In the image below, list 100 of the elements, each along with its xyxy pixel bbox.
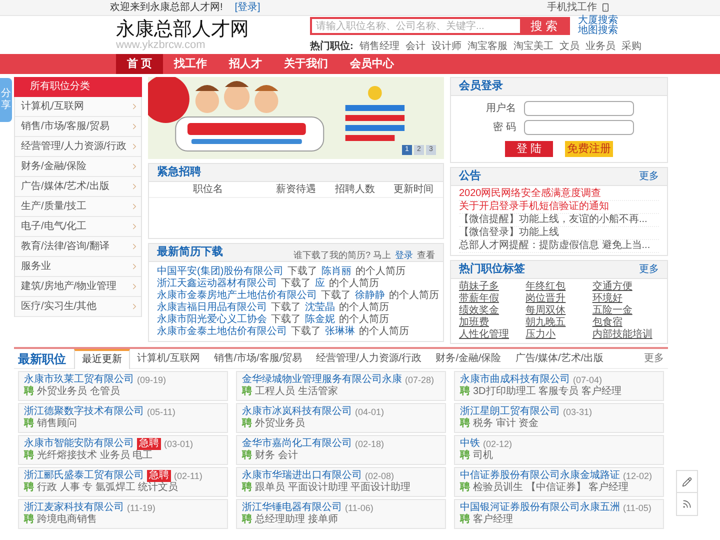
notice-link[interactable]: 总部人才网提醒：提防虚假信息 避免上当...: [459, 240, 659, 253]
chevron-icon: [130, 302, 139, 311]
person-link[interactable]: 陈金妮: [305, 314, 335, 326]
hot-job-link[interactable]: 淘宝客服: [467, 39, 508, 54]
category-item[interactable]: 计算机/互联网: [15, 97, 141, 117]
person-link[interactable]: 张琳琳: [325, 326, 355, 338]
category-tab[interactable]: 广告/媒体/艺术/出版: [508, 350, 611, 368]
mobile-link[interactable]: 手机找工作: [547, 0, 597, 15]
company-link[interactable]: 中铁: [460, 438, 480, 450]
tag-link[interactable]: 压力小: [526, 329, 592, 341]
category-tab[interactable]: 最近更新: [74, 348, 130, 368]
login-button[interactable]: 登 陆: [505, 141, 553, 157]
category-item[interactable]: 生产/质量/技工: [15, 197, 141, 217]
tag-link[interactable]: 交通方便: [592, 281, 659, 293]
company-link[interactable]: 永康市冰岚科技有限公司: [242, 406, 352, 418]
category-item[interactable]: 销售/市场/客服/贸易: [15, 117, 141, 137]
notice-link[interactable]: 【微信提醒】功能上线，友谊的小船不再...: [459, 214, 659, 227]
person-link[interactable]: 徐静静: [355, 290, 385, 302]
site-logo[interactable]: 永康总部人才网: [116, 20, 276, 40]
chevron-icon: [130, 242, 139, 251]
more-link[interactable]: 更多: [644, 351, 664, 366]
hot-job-link[interactable]: 设计师: [431, 39, 462, 54]
nav-tab[interactable]: 招人才: [218, 54, 274, 74]
hot-job-link[interactable]: 采购: [621, 39, 642, 54]
post-date: (07-28): [405, 374, 434, 386]
person-link[interactable]: 陈肖丽: [322, 266, 352, 278]
tag-link[interactable]: 朝九晚五: [526, 317, 592, 329]
hot-job-link[interactable]: 业务员: [585, 39, 616, 54]
tag-link[interactable]: 每周双休: [526, 305, 592, 317]
tag-link[interactable]: 岗位晋升: [526, 293, 592, 305]
hot-job-link[interactable]: 文员: [559, 39, 580, 54]
tag-link[interactable]: 五险一金: [592, 305, 659, 317]
hot-job-link[interactable]: 销售经理: [359, 39, 400, 54]
search-button[interactable]: 搜 索: [520, 19, 568, 33]
company-link[interactable]: 浙江郦氏盛泰工贸有限公司: [24, 470, 144, 482]
category-item[interactable]: 服务业: [15, 257, 141, 277]
search-link[interactable]: 大厦搜索: [578, 16, 618, 26]
company-link[interactable]: 永康市金泰土地估价有限公司: [157, 326, 287, 338]
company-link[interactable]: 永康市阳光爱心义工协会: [157, 314, 267, 326]
person-link[interactable]: 沈莹晶: [305, 302, 335, 314]
company-link[interactable]: 中信证券股份有限公司永康金城路证: [460, 470, 620, 482]
company-link[interactable]: 浙江天鑫运动器材有限公司: [157, 278, 277, 290]
panel-title: 紧急招聘: [157, 164, 201, 180]
company-link[interactable]: 金华市嘉尚化工有限公司: [242, 438, 352, 450]
company-link[interactable]: 浙江德聚数字技术有限公司: [24, 406, 144, 418]
category-item[interactable]: 教育/法律/咨询/翻译: [15, 237, 141, 257]
search-link[interactable]: 地图搜索: [578, 26, 618, 36]
hire-label: 聘: [460, 514, 470, 526]
notice-link[interactable]: 【微信登录】功能上线: [459, 227, 659, 240]
tag-link[interactable]: 带薪年假: [459, 293, 526, 305]
category-item[interactable]: 电子/电气/化工: [15, 217, 141, 237]
prompt-end: 查看: [417, 249, 435, 262]
hire-label: 聘: [460, 482, 470, 494]
tag-link[interactable]: 包食宿: [592, 317, 659, 329]
more-link[interactable]: 更多: [639, 169, 659, 184]
tag-link[interactable]: 绩效奖金: [459, 305, 526, 317]
category-tab[interactable]: 计算机/互联网: [130, 350, 207, 368]
company-link[interactable]: 永康吉福日用品有限公司: [157, 302, 267, 314]
tag-link[interactable]: 年终红包: [526, 281, 592, 293]
category-item[interactable]: 广告/媒体/艺术/出版: [15, 177, 141, 197]
category-tab[interactable]: 财务/金融/保险: [428, 350, 508, 368]
prompt-login-link[interactable]: 登录: [395, 249, 413, 263]
company-link[interactable]: 中国平安(集团)股份有限公司: [157, 266, 284, 278]
company-link[interactable]: 永康市智能安防有限公司: [24, 438, 134, 450]
nav-tab[interactable]: 找工作: [163, 54, 218, 74]
search-field[interactable]: 请输入职位名称、公司名称、关键字... 搜 索: [310, 17, 570, 35]
company-link[interactable]: 永康市华瑞进出口有限公司: [242, 470, 362, 482]
text-field[interactable]: [524, 101, 634, 116]
nav-tab[interactable]: 会员中心: [339, 54, 406, 74]
company-link[interactable]: 浙江华锤电器有限公司: [242, 502, 342, 514]
person-link[interactable]: 应: [315, 278, 325, 290]
notice-link[interactable]: 2020网民网络安全感满意度调查: [459, 188, 659, 201]
category-item[interactable]: 经营管理/人力资源/行政: [15, 137, 141, 157]
notice-link[interactable]: 关于开启登录手机短信验证的通知: [459, 201, 659, 214]
tag-link[interactable]: 环境好: [592, 293, 659, 305]
category-item[interactable]: 医疗/实习生/其他: [15, 297, 141, 317]
company-link[interactable]: 永康市玖莱工贸有限公司: [24, 374, 134, 386]
company-link[interactable]: 金华绿城物业管理服务有限公司永康: [242, 374, 402, 386]
company-link[interactable]: 永康市曲成科技有限公司: [460, 374, 570, 386]
login-link[interactable]: [登录]: [234, 0, 260, 15]
category-item[interactable]: 财务/金融/保险: [15, 157, 141, 177]
nav-tab[interactable]: 首 页: [116, 54, 164, 74]
nav-tab[interactable]: 关于我们: [273, 54, 340, 74]
register-button[interactable]: 免费注册: [565, 141, 613, 157]
category-tab[interactable]: 销售/市场/客服/贸易: [206, 350, 310, 368]
tag-link[interactable]: 萌妹子多: [459, 281, 526, 293]
more-link[interactable]: 更多: [639, 262, 659, 277]
text-field[interactable]: [524, 120, 634, 135]
category-item[interactable]: 建筑/房地产/物业管理: [15, 277, 141, 297]
category-tab[interactable]: 经营管理/人力资源/行政: [309, 350, 429, 368]
company-link[interactable]: 浙江麦家科技有限公司: [24, 502, 124, 514]
tag-link[interactable]: 内部技能培训: [592, 329, 659, 341]
company-link[interactable]: 永康市金泰房地产土地估价有限公司: [157, 290, 317, 302]
hot-job-link[interactable]: 淘宝美工: [513, 39, 554, 54]
hot-job-link[interactable]: 会计: [405, 39, 426, 54]
hot-jobs-label: 热门职位:: [310, 39, 354, 54]
company-link[interactable]: 中国银河证券股份有限公司永康五洲: [460, 502, 620, 514]
company-link[interactable]: 浙江星朗工贸有限公司: [460, 406, 560, 418]
tag-link[interactable]: 加班费: [459, 317, 526, 329]
tag-link[interactable]: 人性化管理: [459, 329, 526, 341]
